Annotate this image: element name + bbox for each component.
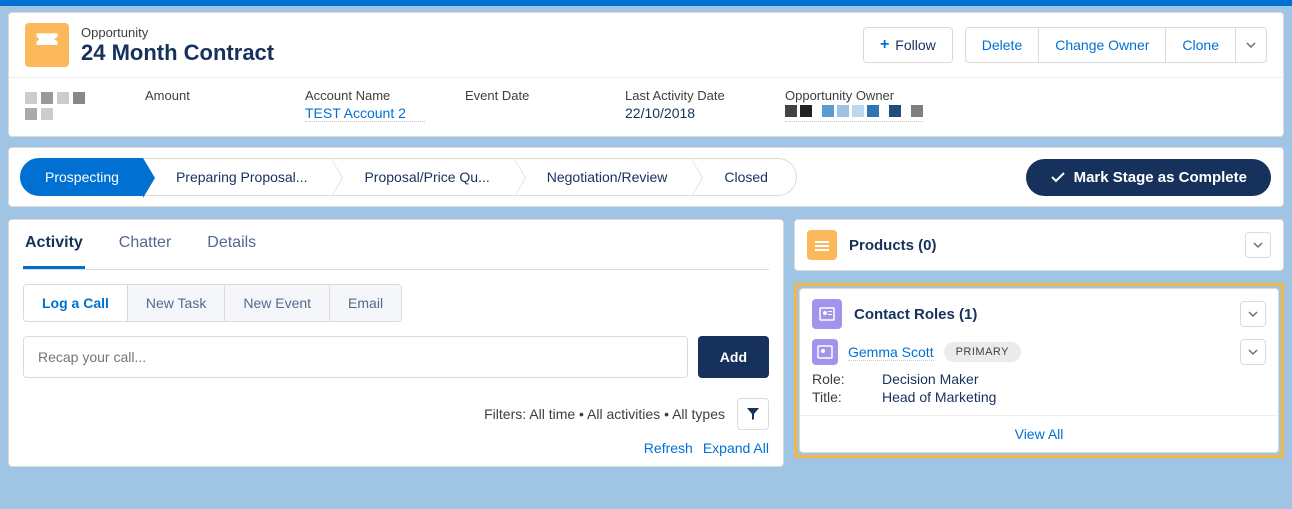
account-name-label: Account Name [305, 88, 425, 103]
contact-icon [812, 339, 838, 365]
contact-roles-title[interactable]: Contact Roles (1) [854, 306, 1240, 323]
chevron-down-icon [1248, 347, 1258, 357]
tab-details[interactable]: Details [205, 220, 258, 269]
owner-value[interactable] [785, 105, 923, 122]
path-stage-4[interactable]: Closed [691, 158, 797, 196]
activity-panel: Activity Chatter Details Log a CallNew Tas… [8, 219, 784, 467]
filters-text: Filters: All time • All activities • All… [484, 406, 725, 422]
tab-chatter[interactable]: Chatter [117, 220, 173, 269]
chevron-down-icon [1248, 309, 1258, 319]
contact-row-menu-button[interactable] [1240, 339, 1266, 365]
clone-button[interactable]: Clone [1165, 27, 1235, 63]
expand-all-link[interactable]: Expand All [703, 440, 769, 456]
add-call-button[interactable]: Add [698, 336, 769, 378]
products-icon [807, 230, 837, 260]
last-activity-value: 22/10/2018 [625, 105, 745, 121]
call-recap-input[interactable] [23, 336, 688, 378]
subtab-new-event[interactable]: New Event [225, 285, 330, 321]
sales-path: ProspectingPreparing Proposal...Proposal… [8, 147, 1284, 207]
mark-stage-complete-button[interactable]: Mark Stage as Complete [1026, 159, 1271, 196]
contact-roles-highlight: Contact Roles (1) Gemma Scott PRIMARY [794, 283, 1284, 458]
contact-name-link[interactable]: Gemma Scott [848, 344, 934, 361]
role-value: Decision Maker [882, 371, 1266, 387]
products-menu-button[interactable] [1245, 232, 1271, 258]
title-label: Title: [812, 389, 882, 405]
filter-button[interactable] [737, 398, 769, 430]
amount-label: Amount [145, 88, 265, 103]
path-stage-3[interactable]: Negotiation/Review [514, 158, 693, 196]
contact-roles-related-list: Contact Roles (1) Gemma Scott PRIMARY [799, 288, 1279, 453]
tab-activity[interactable]: Activity [23, 220, 85, 269]
last-activity-label: Last Activity Date [625, 88, 745, 103]
view-all-link[interactable]: View All [800, 415, 1278, 452]
path-stage-0[interactable]: Prospecting [20, 158, 144, 196]
chevron-down-icon [1253, 240, 1263, 250]
subtab-new-task[interactable]: New Task [128, 285, 225, 321]
record-header: Opportunity 24 Month Contract + Follow D… [8, 12, 1284, 137]
event-date-label: Event Date [465, 88, 585, 103]
subtab-log-a-call[interactable]: Log a Call [24, 285, 128, 321]
role-label: Role: [812, 371, 882, 387]
contact-roles-menu-button[interactable] [1240, 301, 1266, 327]
primary-badge: PRIMARY [944, 342, 1021, 362]
subtab-email[interactable]: Email [330, 285, 401, 321]
contact-roles-icon [812, 299, 842, 329]
more-actions-button[interactable] [1235, 27, 1267, 63]
check-icon [1050, 169, 1066, 185]
chevron-down-icon [1246, 40, 1256, 50]
owner-label: Opportunity Owner [785, 88, 923, 103]
follow-button[interactable]: + Follow [863, 27, 953, 63]
opportunity-icon [25, 23, 69, 67]
title-value: Head of Marketing [882, 389, 1266, 405]
path-stage-1[interactable]: Preparing Proposal... [143, 158, 333, 196]
record-title: 24 Month Contract [81, 40, 274, 66]
funnel-icon [746, 407, 760, 421]
change-owner-button[interactable]: Change Owner [1038, 27, 1165, 63]
path-stage-2[interactable]: Proposal/Price Qu... [331, 158, 514, 196]
object-label: Opportunity [81, 25, 274, 40]
plus-icon: + [880, 36, 889, 54]
refresh-link[interactable]: Refresh [644, 440, 693, 456]
delete-button[interactable]: Delete [965, 27, 1038, 63]
products-title[interactable]: Products (0) [849, 237, 1245, 254]
products-related-list: Products (0) [794, 219, 1284, 271]
account-name-link[interactable]: TEST Account 2 [305, 105, 425, 122]
